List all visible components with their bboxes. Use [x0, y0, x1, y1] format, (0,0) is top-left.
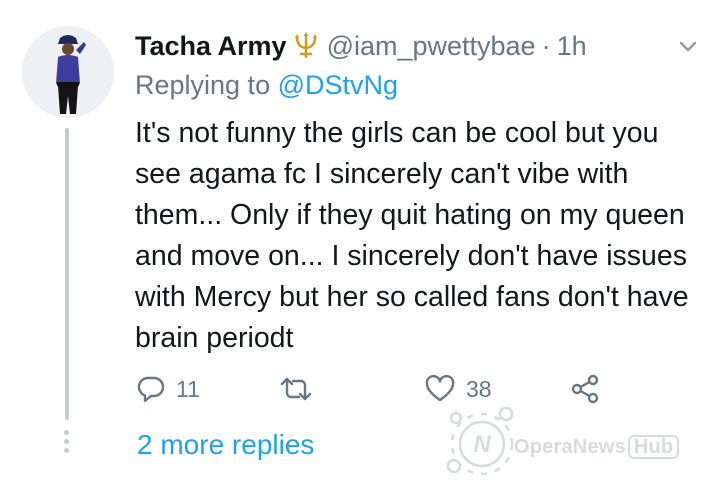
reply-icon: [137, 376, 165, 403]
retweet-button[interactable]: [279, 372, 323, 406]
reply-count: 11: [176, 375, 200, 402]
timestamp[interactable]: 1h: [557, 31, 587, 62]
watermark: N OperaNews Hub: [442, 400, 697, 482]
watermark-brand: OperaNews: [514, 436, 626, 458]
tweet[interactable]: Tacha Army @iam_pwettybae · 1h Replying …: [0, 0, 702, 487]
thread-dots: [64, 430, 70, 457]
tweet-text: It's not funny the girls can be cool but…: [135, 117, 689, 354]
avatar[interactable]: [22, 26, 114, 118]
replying-to: Replying to @DStvNg: [135, 70, 398, 101]
display-name[interactable]: Tacha Army: [135, 31, 287, 62]
replying-prefix: Replying to: [135, 70, 271, 100]
thread-line: [65, 128, 69, 420]
avatar-image: [22, 26, 114, 118]
separator: ·: [541, 30, 551, 61]
more-replies-link[interactable]: 2 more replies: [137, 429, 314, 461]
trident-icon: [291, 31, 321, 61]
retweet-icon: [280, 377, 312, 401]
tweet-header: Tacha Army @iam_pwettybae · 1h: [135, 26, 587, 66]
replying-mention[interactable]: @DStvNg: [278, 70, 398, 100]
reply-button[interactable]: 11: [136, 372, 200, 406]
watermark-hub: Hub: [627, 435, 680, 459]
operanews-logo-icon: N: [446, 406, 514, 476]
svg-text:N: N: [473, 431, 491, 458]
chevron-down-icon[interactable]: [676, 34, 700, 58]
user-handle[interactable]: @iam_pwettybae: [327, 31, 536, 62]
watermark-text: OperaNews Hub: [514, 435, 680, 459]
like-count: 38: [466, 375, 492, 402]
